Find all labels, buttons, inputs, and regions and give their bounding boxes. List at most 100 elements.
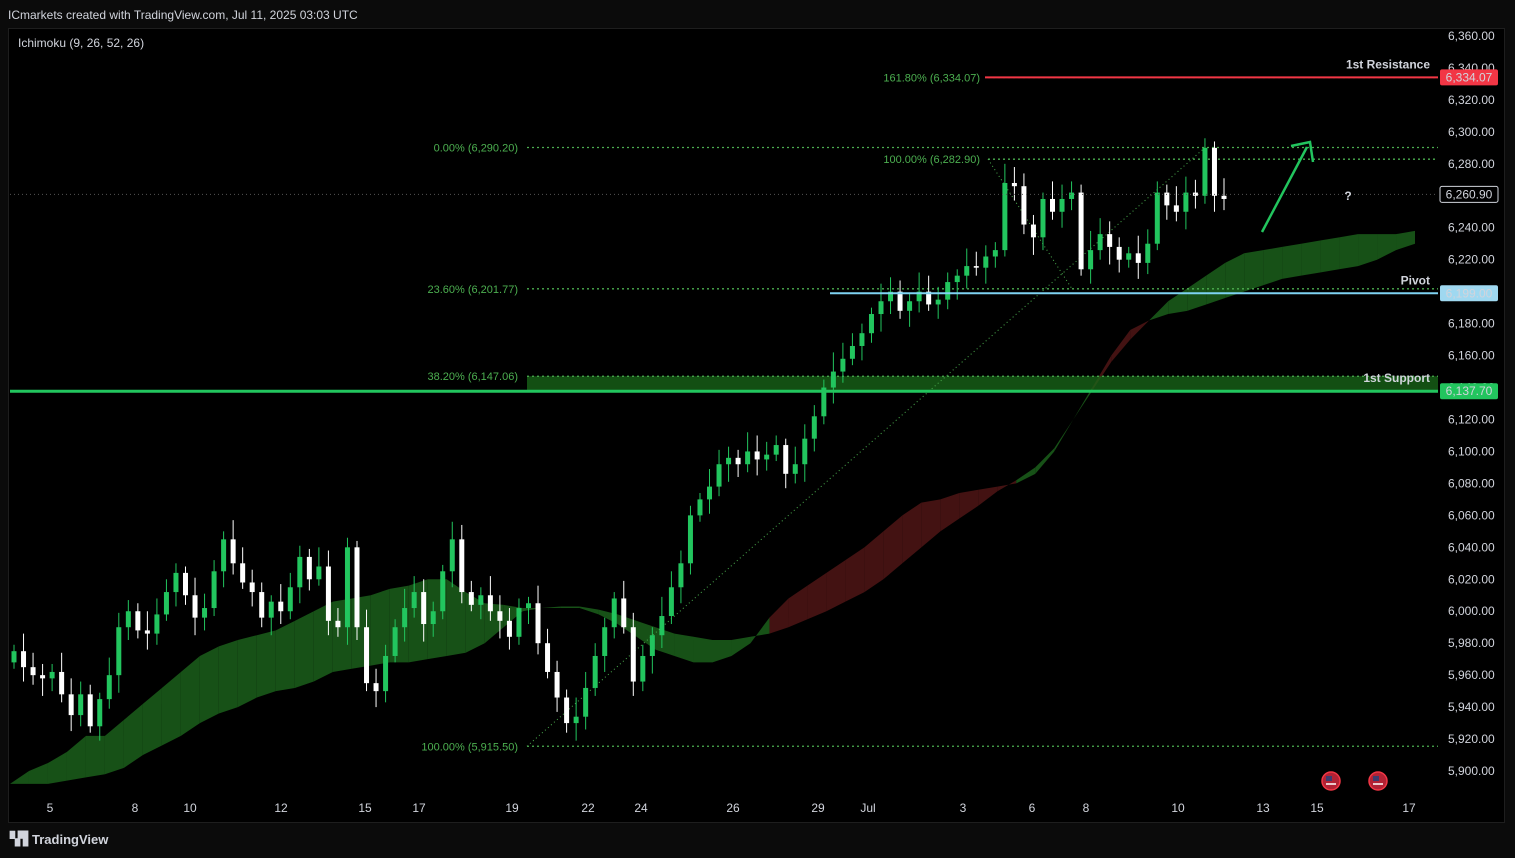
candle-body[interactable]: [735, 457, 741, 465]
candle-body[interactable]: [383, 655, 389, 692]
candle-body[interactable]: [468, 592, 474, 605]
candle-body[interactable]: [535, 603, 541, 644]
candle-body[interactable]: [211, 571, 217, 609]
candle-body[interactable]: [21, 651, 27, 668]
candle-body[interactable]: [259, 592, 265, 618]
candle-body[interactable]: [1211, 147, 1217, 196]
candle-body[interactable]: [992, 250, 998, 257]
candle-body[interactable]: [182, 572, 188, 596]
candle-body[interactable]: [1107, 234, 1113, 247]
candle-body[interactable]: [97, 699, 103, 727]
candle-body[interactable]: [135, 611, 141, 631]
candle-body[interactable]: [973, 266, 979, 268]
candle-body[interactable]: [764, 454, 770, 460]
candle-body[interactable]: [344, 547, 350, 628]
candle-body[interactable]: [268, 601, 274, 618]
candle-body[interactable]: [306, 556, 312, 580]
candle-body[interactable]: [59, 671, 65, 695]
candle-body[interactable]: [392, 627, 398, 656]
candle-body[interactable]: [87, 694, 93, 727]
candle-body[interactable]: [859, 333, 865, 346]
candle-body[interactable]: [30, 667, 36, 676]
candle-body[interactable]: [907, 301, 913, 311]
candle-body[interactable]: [287, 587, 293, 612]
candle-body[interactable]: [1135, 253, 1141, 263]
candle-body[interactable]: [68, 694, 74, 716]
candle-body[interactable]: [297, 556, 303, 588]
candle-body[interactable]: [506, 620, 512, 637]
candle-body[interactable]: [573, 716, 579, 724]
candle-body[interactable]: [430, 611, 436, 625]
candle-body[interactable]: [525, 603, 531, 609]
tradingview-logo[interactable]: ▚▜ TradingView: [10, 831, 108, 847]
candle-body[interactable]: [964, 266, 970, 276]
candle-body[interactable]: [144, 630, 150, 634]
candle-body[interactable]: [659, 616, 665, 636]
candle-body[interactable]: [487, 595, 493, 612]
candle-body[interactable]: [611, 598, 617, 628]
candle-body[interactable]: [1145, 243, 1151, 263]
candle-body[interactable]: [497, 611, 503, 621]
candle-body[interactable]: [1192, 192, 1198, 196]
candle-body[interactable]: [707, 486, 713, 500]
candle-body[interactable]: [945, 282, 951, 300]
candle-body[interactable]: [402, 608, 408, 628]
candle-body[interactable]: [1040, 198, 1046, 238]
candle-body[interactable]: [897, 291, 903, 311]
candle-body[interactable]: [421, 592, 427, 625]
candle-body[interactable]: [745, 451, 751, 465]
candle-body[interactable]: [678, 563, 684, 588]
candle-body[interactable]: [687, 515, 693, 564]
candle-body[interactable]: [716, 464, 722, 487]
candle-body[interactable]: [125, 611, 131, 628]
candle-body[interactable]: [230, 539, 236, 564]
candle-body[interactable]: [830, 371, 836, 388]
candle-body[interactable]: [1116, 246, 1122, 260]
candle-body[interactable]: [878, 301, 884, 315]
candle-body[interactable]: [668, 587, 674, 617]
candle-body[interactable]: [49, 671, 55, 679]
candle-body[interactable]: [783, 445, 789, 474]
candle-body[interactable]: [78, 694, 84, 716]
candle-body[interactable]: [868, 314, 874, 334]
candle-body[interactable]: [1173, 205, 1179, 212]
candle-body[interactable]: [1088, 250, 1094, 270]
candle-body[interactable]: [954, 275, 960, 283]
candle-body[interactable]: [849, 345, 855, 359]
candle-body[interactable]: [1030, 224, 1036, 238]
candle-body[interactable]: [163, 592, 169, 615]
candle-body[interactable]: [478, 595, 484, 605]
candle-body[interactable]: [935, 299, 941, 305]
candle-body[interactable]: [1011, 182, 1017, 187]
candle-body[interactable]: [726, 457, 732, 465]
candle-body[interactable]: [649, 635, 655, 656]
candle-body[interactable]: [583, 687, 589, 717]
candle-body[interactable]: [592, 655, 598, 688]
candle-body[interactable]: [354, 547, 360, 628]
price-chart[interactable]: 161.80% (6,334.07) 0.00% (6,290.20) 100.00…: [0, 0, 1515, 858]
candle-body[interactable]: [564, 697, 570, 724]
candle-body[interactable]: [554, 671, 560, 698]
candle-body[interactable]: [983, 256, 989, 268]
candle-body[interactable]: [373, 683, 379, 692]
candle-body[interactable]: [192, 595, 198, 618]
candle-body[interactable]: [697, 499, 703, 516]
candle-body[interactable]: [516, 608, 522, 637]
candle-body[interactable]: [116, 627, 122, 676]
candle-body[interactable]: [459, 539, 465, 593]
candle-body[interactable]: [602, 627, 608, 656]
candle-body[interactable]: [335, 620, 341, 628]
candle-body[interactable]: [316, 566, 322, 580]
candle-body[interactable]: [325, 566, 331, 621]
candle-body[interactable]: [202, 608, 208, 618]
candle-body[interactable]: [802, 438, 808, 465]
candle-body[interactable]: [154, 614, 160, 634]
candle-body[interactable]: [249, 582, 255, 593]
candle-body[interactable]: [1097, 234, 1103, 251]
candle-body[interactable]: [1050, 198, 1056, 212]
candle-body[interactable]: [40, 675, 46, 679]
candle-body[interactable]: [773, 445, 779, 455]
candle-body[interactable]: [630, 627, 636, 682]
candle-body[interactable]: [411, 592, 417, 609]
candle-body[interactable]: [754, 451, 760, 460]
